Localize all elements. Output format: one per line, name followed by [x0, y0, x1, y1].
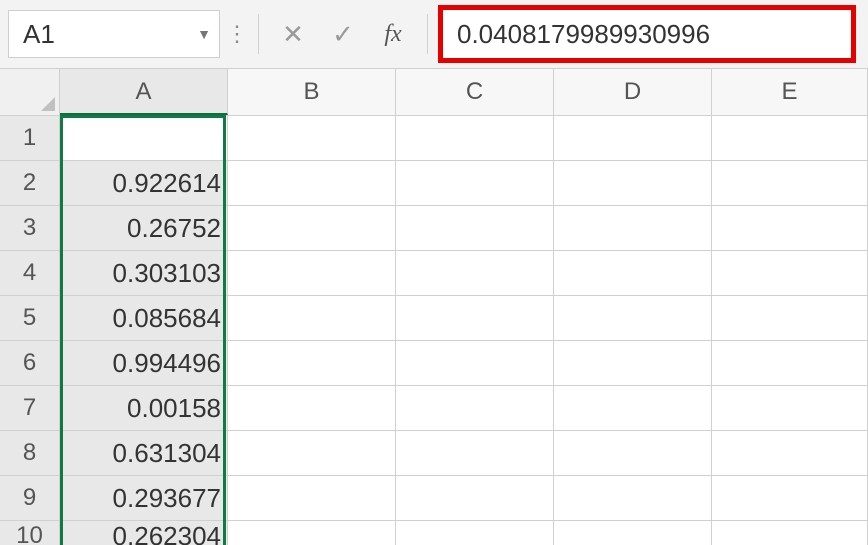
table-row: 3 0.26752 [0, 206, 868, 251]
cell-E9[interactable] [712, 476, 868, 520]
cell-D7[interactable] [554, 386, 712, 430]
cell-B8[interactable] [228, 431, 396, 475]
cell-A9[interactable]: 0.293677 [60, 476, 228, 520]
formula-value-highlight: 0.0408179989930996 [438, 5, 856, 63]
row-header[interactable]: 8 [0, 431, 60, 475]
fx-icon[interactable]: fx [379, 22, 407, 46]
cell-E2[interactable] [712, 161, 868, 205]
cell-D2[interactable] [554, 161, 712, 205]
column-header-D[interactable]: D [554, 69, 712, 115]
divider [427, 14, 428, 54]
cell-E4[interactable] [712, 251, 868, 295]
cell-D10[interactable] [554, 521, 712, 545]
row-header[interactable]: 2 [0, 161, 60, 205]
name-box-input[interactable] [21, 18, 145, 51]
table-row: 2 0.922614 [0, 161, 868, 206]
cell-B1[interactable] [228, 116, 396, 160]
cell-D4[interactable] [554, 251, 712, 295]
active-cell-overlay [60, 115, 226, 159]
cell-B9[interactable] [228, 476, 396, 520]
cell-C2[interactable] [396, 161, 554, 205]
table-row: 10 0.262304 [0, 521, 868, 545]
cell-A7[interactable]: 0.00158 [60, 386, 228, 430]
row-header[interactable]: 6 [0, 341, 60, 385]
cell-C4[interactable] [396, 251, 554, 295]
cell-B2[interactable] [228, 161, 396, 205]
cell-D9[interactable] [554, 476, 712, 520]
cell-A4[interactable]: 0.303103 [60, 251, 228, 295]
column-header-B[interactable]: B [228, 69, 396, 115]
cell-A6[interactable]: 0.994496 [60, 341, 228, 385]
cancel-icon[interactable]: ✕ [279, 21, 307, 47]
cell-C3[interactable] [396, 206, 554, 250]
caret-down-icon[interactable]: ▼ [197, 26, 211, 42]
cell-E8[interactable] [712, 431, 868, 475]
cell-D8[interactable] [554, 431, 712, 475]
table-row: 9 0.293677 [0, 476, 868, 521]
cell-A2[interactable]: 0.922614 [60, 161, 228, 205]
cell-E3[interactable] [712, 206, 868, 250]
row-header[interactable]: 9 [0, 476, 60, 520]
column-header-C[interactable]: C [396, 69, 554, 115]
cell-D6[interactable] [554, 341, 712, 385]
cell-E6[interactable] [712, 341, 868, 385]
cell-A5[interactable]: 0.085684 [60, 296, 228, 340]
cell-E5[interactable] [712, 296, 868, 340]
row-header[interactable]: 3 [0, 206, 60, 250]
cell-C1[interactable] [396, 116, 554, 160]
cell-C5[interactable] [396, 296, 554, 340]
cell-C10[interactable] [396, 521, 554, 545]
cell-B3[interactable] [228, 206, 396, 250]
column-header-row: A B C D E [0, 69, 868, 116]
cell-D3[interactable] [554, 206, 712, 250]
cell-B7[interactable] [228, 386, 396, 430]
table-row: 6 0.994496 [0, 341, 868, 386]
formula-value[interactable]: 0.0408179989930996 [457, 19, 710, 50]
cell-C8[interactable] [396, 431, 554, 475]
cell-A10[interactable]: 0.262304 [60, 521, 228, 545]
column-header-A[interactable]: A [60, 69, 228, 115]
divider [258, 14, 259, 54]
cell-C7[interactable] [396, 386, 554, 430]
name-box[interactable]: ▼ [8, 10, 220, 58]
row-header[interactable]: 1 [0, 116, 60, 160]
formula-bar: ▼ ⋮ ✕ ✓ fx 0.0408179989930996 [0, 0, 868, 69]
cell-A8[interactable]: 0.631304 [60, 431, 228, 475]
cell-B4[interactable] [228, 251, 396, 295]
cell-C6[interactable] [396, 341, 554, 385]
table-row: 4 0.303103 [0, 251, 868, 296]
cell-B5[interactable] [228, 296, 396, 340]
row-header[interactable]: 4 [0, 251, 60, 295]
cell-D1[interactable] [554, 116, 712, 160]
cell-E1[interactable] [712, 116, 868, 160]
table-row: 8 0.631304 [0, 431, 868, 476]
cell-A3[interactable]: 0.26752 [60, 206, 228, 250]
cell-E10[interactable] [712, 521, 868, 545]
table-row: 7 0.00158 [0, 386, 868, 431]
formula-bar-buttons: ✕ ✓ fx [279, 21, 407, 47]
cell-E7[interactable] [712, 386, 868, 430]
table-row: 5 0.085684 [0, 296, 868, 341]
more-icon[interactable]: ⋮ [226, 21, 246, 47]
row-header[interactable]: 10 [0, 521, 60, 545]
row-header[interactable]: 7 [0, 386, 60, 430]
cell-D5[interactable] [554, 296, 712, 340]
cell-B10[interactable] [228, 521, 396, 545]
cell-C9[interactable] [396, 476, 554, 520]
column-header-E[interactable]: E [712, 69, 868, 115]
row-header[interactable]: 5 [0, 296, 60, 340]
cell-B6[interactable] [228, 341, 396, 385]
select-all-corner[interactable] [0, 69, 60, 115]
enter-icon[interactable]: ✓ [329, 21, 357, 47]
spreadsheet-grid: A B C D E 1 0.040818 2 0.922614 3 0.2675… [0, 69, 868, 545]
